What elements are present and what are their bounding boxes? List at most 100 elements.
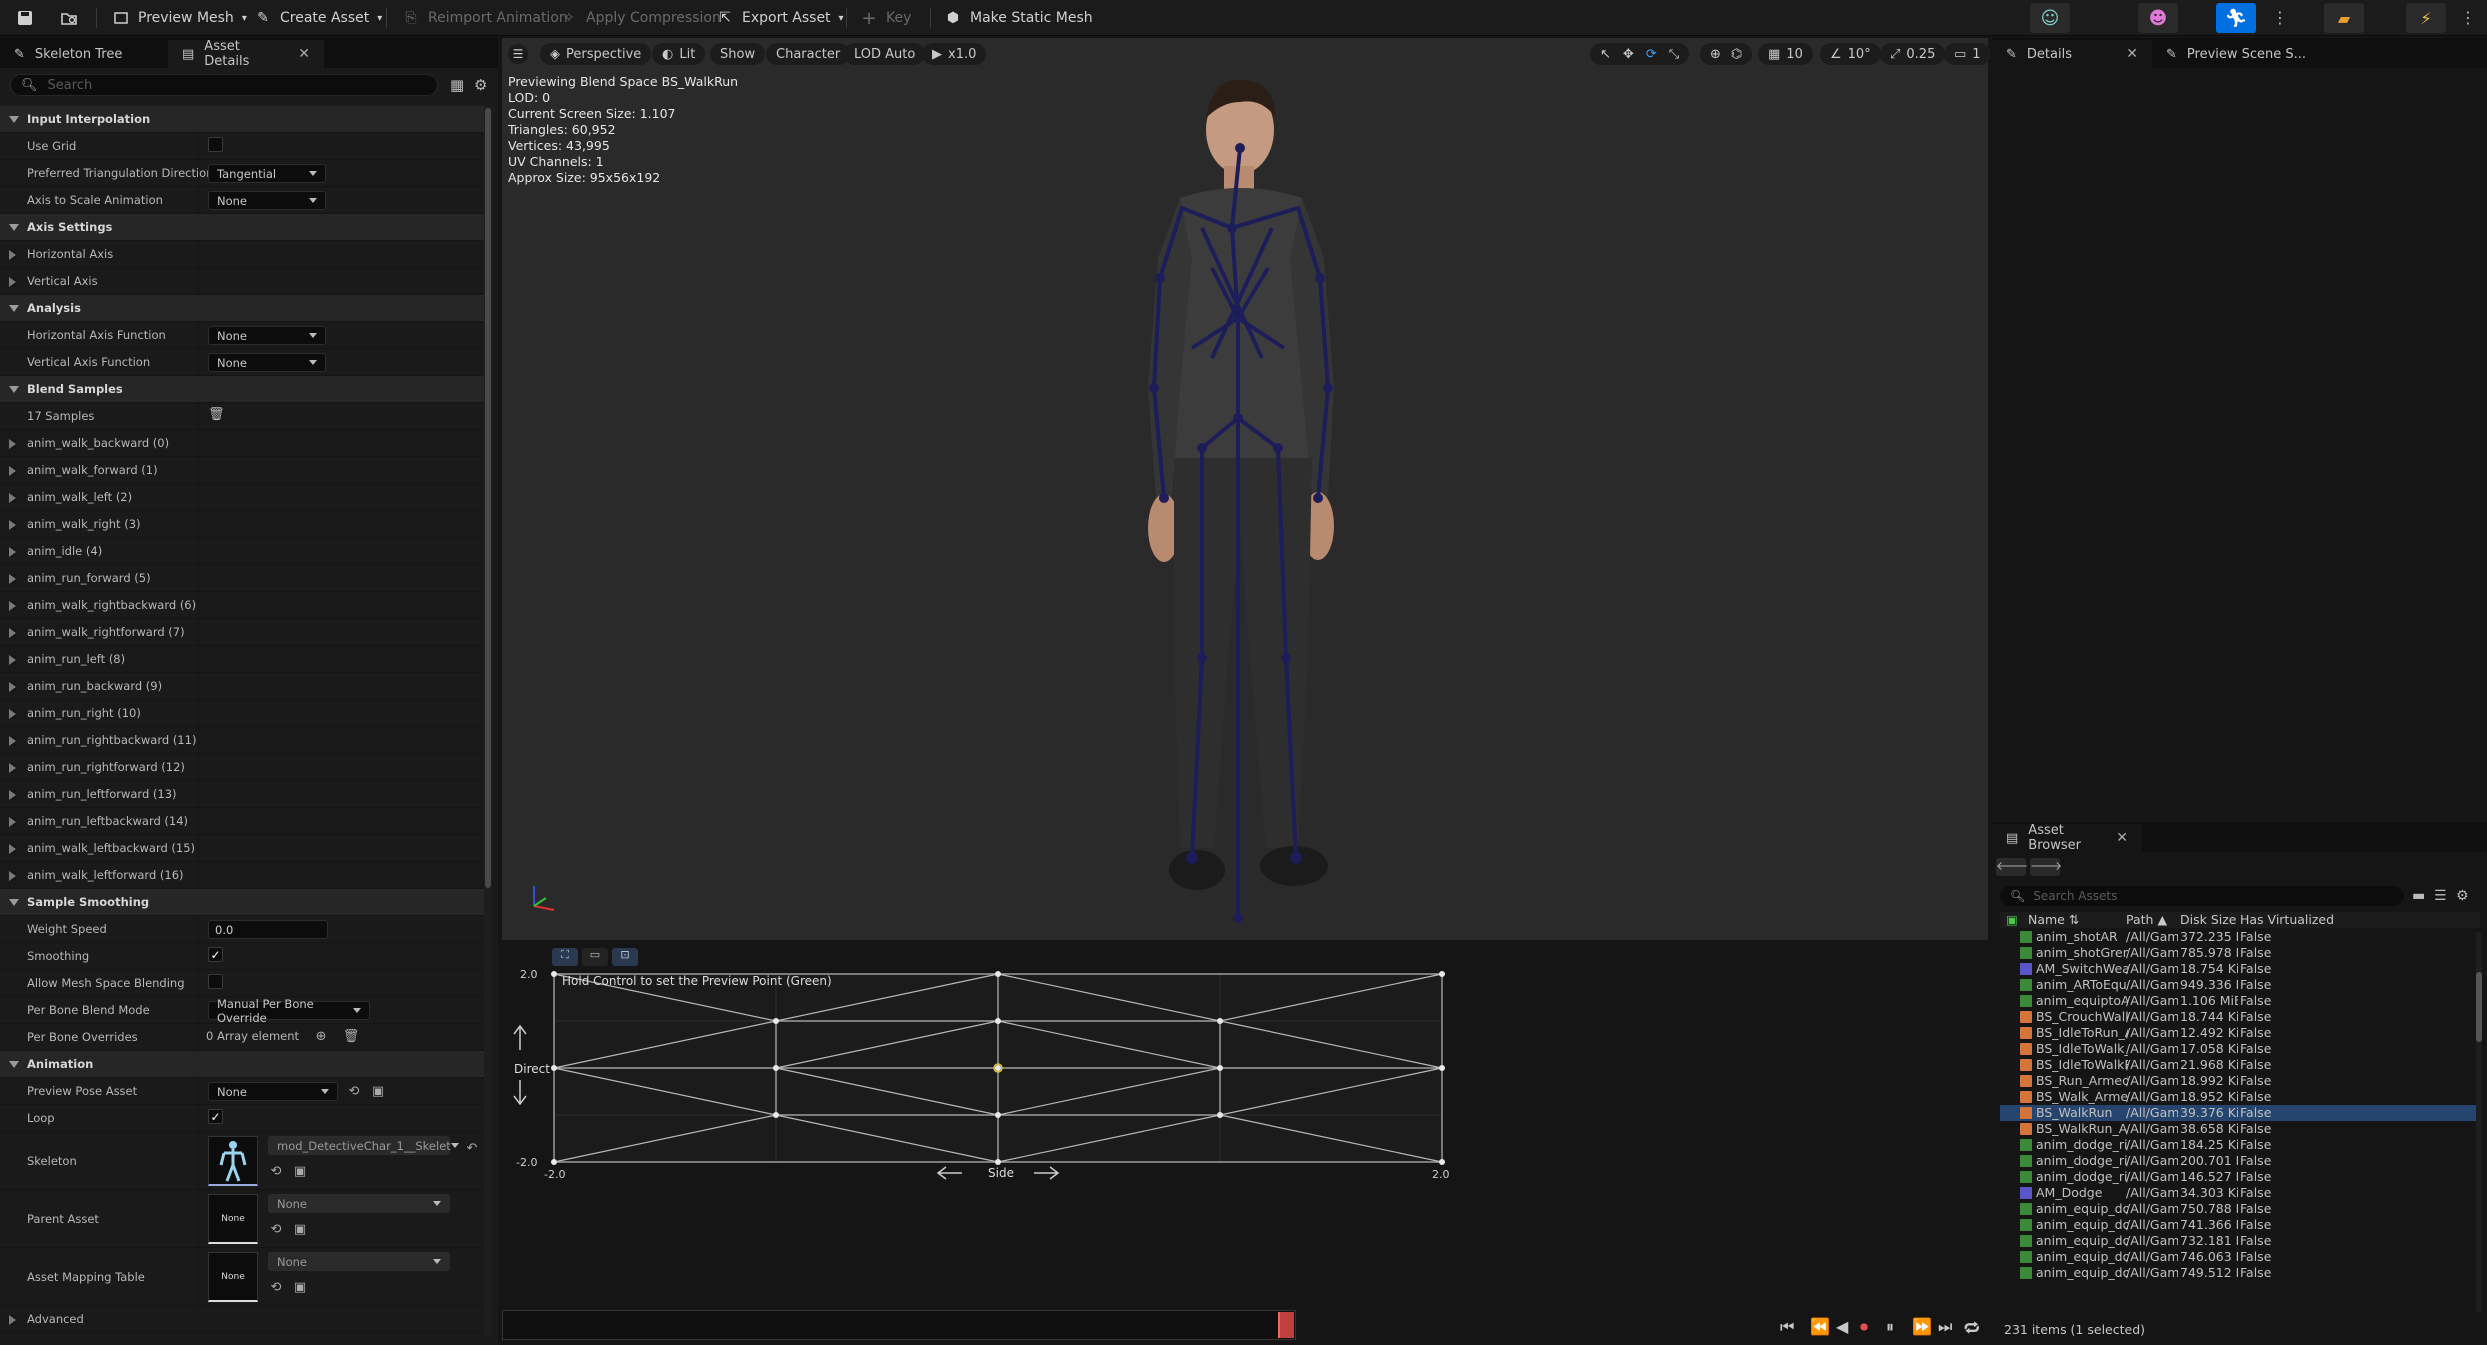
asset-mapping-dropdown[interactable]: None (268, 1252, 450, 1271)
advanced-row[interactable]: Advanced (0, 1306, 484, 1333)
scale-snap-button[interactable]: ⤢ 0.25 (1880, 43, 1946, 65)
preview-mesh-button[interactable]: Preview Mesh ▾ (104, 4, 255, 32)
asset-row[interactable]: BS_Walk_Armed/All/Game/Cl18.952 KiBFalse (2000, 1089, 2480, 1105)
pause-icon[interactable]: ⏸ (1886, 1317, 1894, 1337)
tab-details[interactable]: ✎ Details ✕ (1992, 40, 2152, 68)
blend-sample-row[interactable]: anim_walk_rightforward (7) (0, 619, 484, 646)
preview-viewport[interactable]: ☰ ◈ Perspective ◐ Lit Show Character LOD A… (502, 38, 1991, 940)
reset-arrow-icon[interactable]: ⟲ (346, 1084, 362, 1100)
horizontal-axis-row[interactable]: Horizontal Axis (0, 241, 484, 268)
asset-mapping-thumbnail[interactable]: None (208, 1252, 258, 1302)
parent-asset-dropdown[interactable]: None (268, 1194, 450, 1213)
blueprint-mode-button[interactable]: ▰ (2324, 3, 2364, 33)
asset-row[interactable]: anim_equip_dodge_leftl/All/Game/Cl749.51… (2000, 1265, 2480, 1281)
table-view-icon[interactable]: ▦ (450, 76, 464, 94)
reimport-animation-button[interactable]: ⎘ Reimport Animation (394, 4, 576, 32)
asset-row[interactable]: BS_IdleToRun_Armed/All/Game/Cl12.492 KiB… (2000, 1025, 2480, 1041)
perspective-button[interactable]: ◈ Perspective (540, 43, 652, 65)
loop-checkbox[interactable]: ✓ (208, 1109, 223, 1124)
asset-search-input[interactable]: 🔍︎ Search Assets (2000, 886, 2404, 906)
blend-sample-row[interactable]: anim_walk_backward (0) (0, 430, 484, 457)
more-options-icon[interactable]: ⋮ (2272, 8, 2288, 27)
lod-auto-button[interactable]: LOD Auto (844, 43, 926, 65)
per-bone-blend-mode-dropdown[interactable]: Manual Per Bone Override (208, 997, 370, 1025)
asset-row[interactable]: anim_dodge_right_01/All/Game/Cl200.701 K… (2000, 1153, 2480, 1169)
surface-snap-icon[interactable]: ⌬ (1731, 47, 1742, 62)
column-disk-size[interactable]: Disk Size (2180, 912, 2236, 927)
preferred-triangulation-dropdown[interactable]: Tangential (208, 164, 326, 183)
blend-sample-row[interactable]: anim_run_right (10) (0, 700, 484, 727)
skeleton-dropdown[interactable]: mod_DetectiveChar_1__Skelet (268, 1136, 459, 1155)
asset-row[interactable]: anim_dodge_right/All/Game/Cl184.25 KiBFa… (2000, 1137, 2480, 1153)
blend-sample-row[interactable]: anim_run_backward (9) (0, 673, 484, 700)
category-analysis[interactable]: Analysis (0, 295, 484, 322)
blend-sample-row[interactable]: anim_run_forward (5) (0, 565, 484, 592)
column-has-virtualized[interactable]: Has Virtualized (2240, 912, 2334, 927)
skeleton-mode-button[interactable]: ☺ (2030, 3, 2070, 33)
select-icon[interactable]: ↖ (1600, 47, 1611, 62)
forward-arrow-icon[interactable]: 🡒 (2030, 858, 2062, 876)
save-icon[interactable] (8, 4, 42, 32)
horizontal-axis-function-dropdown[interactable]: None (208, 326, 326, 345)
blend-sample-row[interactable]: anim_run_rightbackward (11) (0, 727, 484, 754)
close-icon[interactable]: ✕ (298, 46, 310, 62)
character-mesh[interactable] (1062, 58, 1422, 938)
parent-asset-thumbnail[interactable]: None (208, 1194, 258, 1244)
asset-scrollbar[interactable] (2476, 932, 2482, 1312)
skip-to-start-icon[interactable]: ⏮ (1780, 1317, 1794, 1337)
blend-sample-row[interactable]: anim_walk_right (3) (0, 511, 484, 538)
play-reverse-icon[interactable]: ◀ (1836, 1317, 1848, 1336)
vertical-axis-function-dropdown[interactable]: None (208, 353, 326, 372)
add-element-icon[interactable]: ⊕ (313, 1028, 329, 1044)
step-back-icon[interactable]: ⏪ (1810, 1317, 1830, 1336)
camera-speed-button[interactable]: ▭ 1 (1944, 43, 1991, 65)
category-sample-smoothing[interactable]: Sample Smoothing (0, 889, 484, 916)
asset-row[interactable]: anim_dodge_right_02/All/Game/Cl146.527 K… (2000, 1169, 2480, 1185)
tab-asset-details[interactable]: ▤ Asset Details ✕ (168, 39, 324, 69)
scale-icon[interactable]: ⤡ (1669, 47, 1679, 62)
asset-row[interactable]: anim_equip_dodge_left/All/Game/Cl732.181… (2000, 1233, 2480, 1249)
axis-to-scale-dropdown[interactable]: None (208, 191, 326, 210)
asset-row[interactable]: anim_equiptoAR/All/Game/Cl1.106 MiBFalse (2000, 993, 2480, 1009)
rotate-icon[interactable]: ⟳ (1646, 47, 1657, 62)
gear-icon[interactable]: ⚙ (2456, 888, 2469, 904)
use-selected-icon[interactable]: ⟲ (268, 1279, 284, 1295)
asset-row[interactable]: AM_SwitchWeapon/All/Game/Cl18.754 KiBFal… (2000, 961, 2480, 977)
more-options-icon-2[interactable]: ⋮ (2460, 8, 2476, 27)
gear-icon[interactable]: ⚙ (474, 76, 487, 94)
asset-row[interactable]: anim_ARToEquip/All/Game/Cl949.336 KiBFal… (2000, 977, 2480, 993)
asset-row[interactable]: anim_shotAR/All/Game/Cl372.235 KiBFalse (2000, 929, 2480, 945)
category-input-interpolation[interactable]: Input Interpolation (0, 106, 484, 133)
category-animation[interactable]: Animation (0, 1051, 484, 1078)
asset-row[interactable]: anim_equip_dodge_leftl/All/Game/Cl746.06… (2000, 1249, 2480, 1265)
asset-row[interactable]: anim_shotGrenade/All/Game/Cl785.978 KiBF… (2000, 945, 2480, 961)
close-icon[interactable]: ✕ (2116, 830, 2128, 846)
column-path[interactable]: Path ▲ (2126, 912, 2167, 927)
browse-folder-icon[interactable]: ▣ (292, 1163, 308, 1179)
animation-mode-button[interactable]: 🏃︎ (2216, 3, 2256, 33)
blend-sample-row[interactable]: anim_run_leftforward (13) (0, 781, 484, 808)
timeline-scrubber[interactable] (502, 1310, 1296, 1340)
tab-asset-browser[interactable]: ▤ Asset Browser ✕ (1992, 823, 2142, 853)
blend-sample-row[interactable]: anim_walk_rightbackward (6) (0, 592, 484, 619)
reset-to-default-icon[interactable]: ↶ (464, 1140, 480, 1156)
timeline-playhead[interactable] (1278, 1312, 1294, 1338)
blend-sample-row[interactable]: anim_walk_forward (1) (0, 457, 484, 484)
use-selected-icon[interactable]: ⟲ (268, 1221, 284, 1237)
loop-icon[interactable]: 🔁︎ (1964, 1317, 1980, 1340)
mesh-mode-button[interactable]: ☻ (2138, 3, 2178, 33)
key-button[interactable]: + Key (852, 4, 919, 32)
vertical-axis-row[interactable]: Vertical Axis (0, 268, 484, 295)
browse-folder-icon[interactable]: ▣ (292, 1279, 308, 1295)
browse-icon[interactable] (52, 4, 86, 32)
tab-preview-scene[interactable]: ✎ Preview Scene S... (2152, 40, 2342, 68)
weight-speed-input[interactable]: 0.0 (208, 920, 328, 939)
playback-speed-button[interactable]: ▶ x1.0 (922, 43, 987, 65)
translate-icon[interactable]: ✥ (1623, 47, 1634, 62)
asset-row[interactable]: BS_WalkRun/All/Game/Cl39.376 KiBFalse (2000, 1105, 2480, 1121)
category-axis-settings[interactable]: Axis Settings (0, 214, 484, 241)
allow-mesh-space-checkbox[interactable] (208, 974, 223, 989)
asset-row[interactable]: BS_CrouchWalk/All/Game/Cl18.744 KiBFalse (2000, 1009, 2480, 1025)
asset-row[interactable]: BS_IdleToWalk_Armed/All/Game/Cl17.058 Ki… (2000, 1041, 2480, 1057)
blend-sample-row[interactable]: anim_idle (4) (0, 538, 484, 565)
